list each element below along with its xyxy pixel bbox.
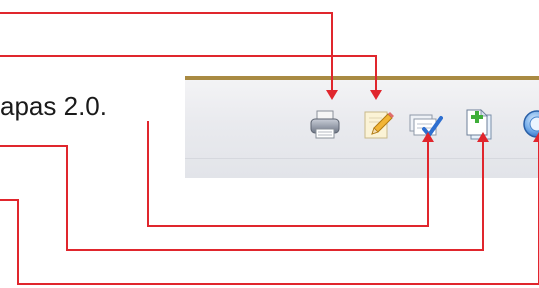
new-document-button[interactable] (463, 107, 497, 141)
new-document-plus-icon (466, 109, 492, 140)
document-caption-text: apas 2.0. (0, 91, 107, 121)
document-checkmark-icon (409, 114, 443, 137)
print-button[interactable] (308, 107, 342, 141)
navigate-button[interactable] (521, 107, 539, 141)
annotated-screenshot: apas 2.0. (0, 0, 539, 288)
blue-circle-icon (523, 110, 539, 138)
toolbar-divider (185, 158, 539, 159)
edit-button[interactable] (360, 107, 394, 141)
verify-button[interactable] (407, 107, 443, 141)
arrow-to-navigate (0, 199, 539, 285)
pencil-edit-icon (364, 111, 394, 139)
printer-icon (310, 110, 340, 139)
toolbar (185, 76, 539, 178)
